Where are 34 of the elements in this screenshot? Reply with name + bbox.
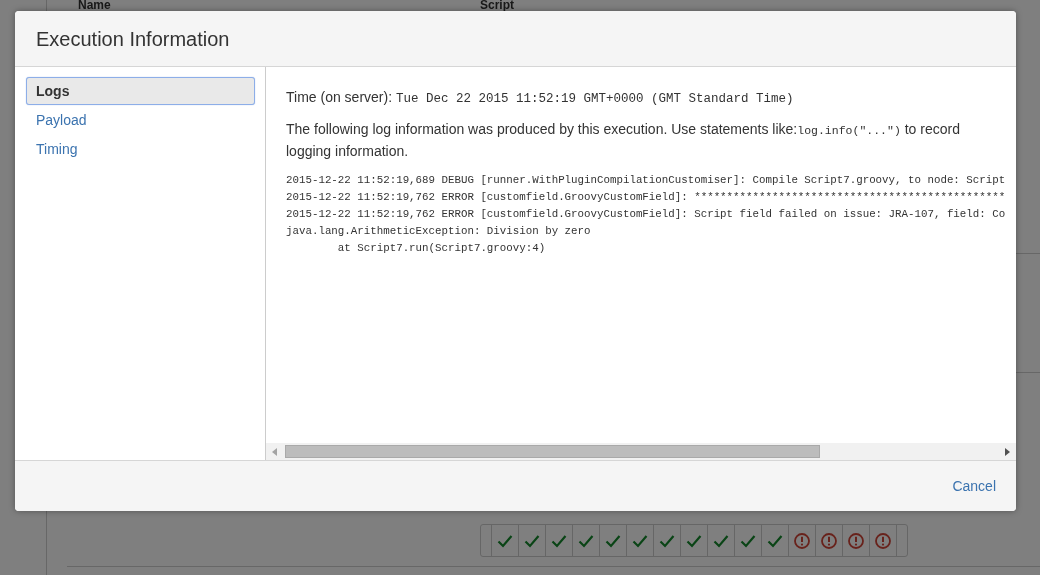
dialog-title: Execution Information [36,26,230,51]
log-line: at Script7.run(Script7.groovy:4) [336,241,546,256]
check-icon [686,532,702,549]
sidebar-item[interactable]: Logs [26,77,255,105]
sidebar-item[interactable]: Payload [26,106,255,134]
check-icon [713,532,729,549]
check-icon [632,532,648,549]
check-icon [740,532,756,549]
cancel-button[interactable]: Cancel [952,477,996,495]
check-icon [524,532,540,549]
left-arrow-icon[interactable] [272,447,277,456]
exclamation-circle-icon [848,532,864,549]
scrollbar-thumb[interactable] [285,445,820,458]
log-line: 2015-12-22 11:52:19,689 DEBUG [runner.WithPluginCompilationCustomiser]: Compile Script7.groovy, to node: Script [286,173,1006,188]
time-label: Time (on server): [286,89,393,105]
sidebar-item[interactable]: Timing [26,135,255,163]
horizontal-scrollbar[interactable] [266,443,1016,460]
time-value: Tue Dec 22 2015 11:52:19 GMT+0000 (GMT Standard Time) [395,92,794,106]
check-icon [578,532,594,549]
check-icon [497,532,513,549]
check-icon [551,532,567,549]
column-header: Script [479,0,515,11]
log-line: 2015-12-22 11:52:19,762 ERROR [customfield.GroovyCustomField]: Script field failed on issue: JRA-107, field: Co [286,207,1006,222]
exclamation-circle-icon [821,532,837,549]
check-icon [605,532,621,549]
log-description: The following log information was produced by this execution. Use statements like:log.info("...") to record logging information. [286,120,961,161]
exclamation-circle-icon [875,532,891,549]
log-line: java.lang.ArithmeticException: Division by zero [286,224,591,239]
right-arrow-icon[interactable] [1005,447,1010,456]
log-line: 2015-12-22 11:52:19,762 ERROR [customfield.GroovyCustomField]: ************************************************ [286,190,1006,205]
column-header: Name [77,0,112,11]
check-icon [767,532,783,549]
exclamation-circle-icon [794,532,810,549]
check-icon [659,532,675,549]
